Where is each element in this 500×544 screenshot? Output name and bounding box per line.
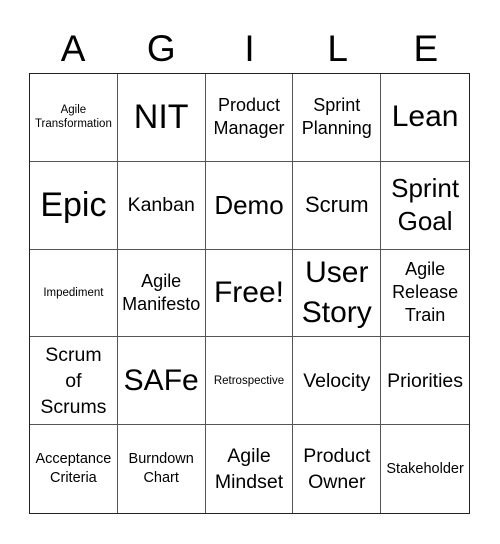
bingo-cell-label: Product Manager [213,95,285,139]
header-letter-l: L [327,28,348,69]
bingo-cell-label: Retrospective [213,374,285,387]
bingo-cell[interactable]: Scrum of Scrums [30,337,118,426]
bingo-cell-label: Epic [40,186,107,225]
bingo-cell-label: Sprint Planning [301,95,372,139]
bingo-cell[interactable]: Product Owner [293,425,382,513]
bingo-cell-label: Agile Manifesto [122,270,201,314]
bingo-cell-label: Lean [391,100,459,134]
bingo-cell-label: Agile Transformation [34,104,112,131]
bingo-cell-label: Agile Mindset [214,445,284,494]
bingo-cell-label: Sprint Goal [391,173,460,237]
bingo-cell-label: Free! [213,275,284,309]
bingo-cell[interactable]: Burndown Chart [118,425,206,513]
bingo-cell-label: Agile Release Train [392,259,459,326]
bingo-cell[interactable]: NIT [117,74,206,162]
bingo-cell-label: Product Owner [303,445,371,494]
bingo-cell[interactable]: Retrospective [205,337,294,426]
bingo-cell[interactable]: Demo [205,161,294,250]
bingo-cell-label: NIT [133,98,189,137]
bingo-cell-label: Velocity [303,369,371,392]
bingo-cell-label: Burndown Chart [128,451,194,487]
bingo-cell[interactable]: Kanban [117,161,206,250]
bingo-cell-label: User Story [301,255,372,329]
bingo-cell-label: Scrum [305,192,369,218]
bingo-cell-label: Demo [214,189,284,220]
bingo-cell[interactable]: Product Manager [205,74,294,162]
bingo-cell[interactable]: Sprint Planning [293,74,382,162]
bingo-cell[interactable]: Priorities [381,337,469,426]
bingo-cell[interactable]: Scrum [293,161,382,250]
bingo-cell[interactable]: Agile Release Train [381,250,469,338]
bingo-cell[interactable]: Epic [30,161,118,250]
bingo-cell[interactable]: Free! [205,249,294,338]
bingo-cell-label: SAFe [123,363,199,397]
bingo-cell[interactable]: Acceptance Criteria [30,425,118,513]
bingo-cell[interactable]: Impediment [30,249,118,338]
bingo-cell-label: Stakeholder [386,460,464,477]
bingo-grid: Agile Transformation NIT Product Manager Spri… [29,73,470,514]
bingo-cell[interactable]: Sprint Goal [381,162,469,250]
header-letter-g: G [146,28,176,69]
header-letter-e: E [413,28,439,69]
bingo-cell[interactable]: User Story [293,249,382,338]
bingo-cell-label: Priorities [387,369,464,392]
bingo-cell[interactable]: Lean [381,74,469,162]
bingo-header: A G I L E [29,28,470,70]
bingo-cell-label: Kanban [127,194,195,217]
bingo-cell[interactable]: Velocity [293,337,382,426]
bingo-cell[interactable]: Agile Mindset [206,425,294,513]
bingo-cell-label: Impediment [43,286,104,299]
bingo-cell-label: Acceptance Criteria [35,451,112,487]
header-letter-a: A [60,28,86,69]
bingo-cell[interactable]: Agile Transformation [30,74,118,162]
bingo-cell-label: Scrum of Scrums [40,343,107,418]
bingo-cell[interactable]: Agile Manifesto [117,249,206,338]
header-letter-i: I [244,28,255,69]
bingo-cell[interactable]: SAFe [117,337,206,426]
bingo-cell[interactable]: Stakeholder [381,425,469,513]
